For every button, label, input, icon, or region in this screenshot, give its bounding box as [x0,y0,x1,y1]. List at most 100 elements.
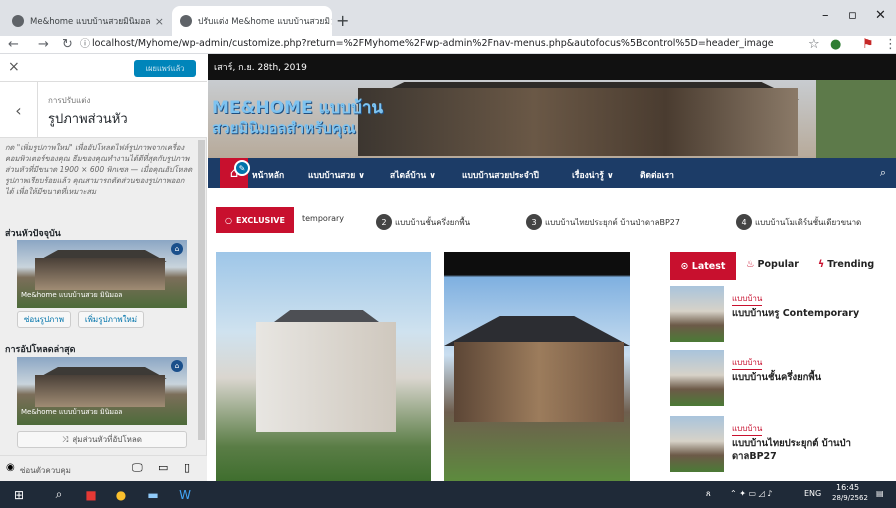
post-title[interactable]: แบบบ้านหรู Contemporary [732,307,882,320]
maximize-icon[interactable]: ▫ [848,8,857,23]
tab-title: Me&home แบบบ้านสวยมินิมอล [30,17,151,27]
nav-item-home[interactable]: หน้าหลัก [252,168,284,182]
notification-icon[interactable]: ▤ [876,489,884,498]
list-item[interactable]: แบบบ้าน แบบบ้านชั้นครึ่งยกพื้น [670,350,888,410]
post-category[interactable]: แบบบ้าน [732,422,763,436]
desktop-preview-icon[interactable]: 🖵 [132,461,143,475]
search-icon[interactable]: ⌕ [880,166,886,180]
windows-start-icon[interactable]: ⊞ [10,486,28,503]
thumbnail-caption: Me&home แบบบ้านสวย มินิมอล [21,291,123,299]
shuffle-icon: ⤨ [62,434,69,444]
minimize-icon[interactable]: – [822,8,829,23]
hide-controls-label[interactable]: ซ่อนตัวควบคุม [20,464,71,477]
language-indicator[interactable]: ENG [804,489,821,498]
nav-item-knowledge[interactable]: เรื่องน่ารู้ ∨ [572,168,614,182]
nav-item-annual-homes[interactable]: แบบบ้านสวยประจำปี [462,168,539,182]
ticker-item[interactable]: 4 แบบบ้านโมเดิร์นชั้นเดียวขนาด [736,214,861,230]
add-new-image-button[interactable]: เพิ่มรูปภาพใหม่ [78,311,144,328]
exclusive-badge: ○ EXCLUSIVE [216,207,294,233]
nav-item-beautiful-homes[interactable]: แบบบ้านสวย ∨ [308,168,365,182]
nav-item-home-styles[interactable]: สไตล์บ้าน ∨ [390,168,436,182]
wordpress-icon [180,15,192,27]
sidebar-scrollbar[interactable] [198,140,205,440]
ticker-text: แบบบ้านโมเดิร์นชั้นเดียวขนาด [755,217,862,227]
list-item[interactable]: แบบบ้าน แบบบ้านหรู Contemporary [670,286,888,346]
close-icon[interactable]: × [330,15,332,28]
tab-popular[interactable]: ♨ Popular [746,259,799,270]
back-icon[interactable]: ← [8,37,19,53]
site-date: เสาร์, ก.ย. 28th, 2019 [214,63,307,73]
ticker-item[interactable]: 3 แบบบ้านไทยประยุกต์ บ้านป่าดาลBP27 [526,214,680,230]
close-customizer-button[interactable]: × [8,59,20,75]
clock-date[interactable]: 28/9/2562 [832,494,868,502]
site-logo-icon: ⌂ [171,360,183,372]
tab-trending[interactable]: ϟ Trending [818,259,874,270]
search-icon[interactable]: ⌕ [50,486,68,503]
news-ticker: ○ EXCLUSIVE temporary 2 แบบบ้านชั้นครึ่งย… [208,188,896,248]
browser-tab-strip: Me&home แบบบ้านสวยมินิมอล × ปรับแต่ง Me&… [0,0,896,36]
recent-upload-thumbnail[interactable]: ⌂ Me&home แบบบ้านสวย มินิมอล [17,357,187,425]
browser-tab-1[interactable]: Me&home แบบบ้านสวยมินิมอล × [4,6,172,36]
tray-icons[interactable]: ⌃ ✦ ▭ ◿ ♪ [730,489,772,498]
publish-button[interactable]: เผยแพร่แล้ว [134,60,196,77]
tab-popular-label: Popular [757,259,799,270]
recent-uploads-label: การอัปโหลดล่าสุด [5,345,76,355]
post-thumbnail[interactable] [670,286,724,342]
people-icon[interactable]: ጸ [706,489,711,499]
post-title[interactable]: แบบบ้านชั้นครึ่งยกพื้น [732,371,882,384]
post-thumbnail[interactable] [670,416,724,472]
ticker-item[interactable]: 2 แบบบ้านชั้นครึ่งยกพื้น [376,214,470,230]
app-icon[interactable]: ■ [82,486,100,503]
hide-image-button[interactable]: ซ่อนรูปภาพ [17,311,71,328]
ticker-item[interactable]: temporary [302,214,344,223]
extension-icon[interactable]: ● [830,37,841,53]
exclusive-label: EXCLUSIVE [236,215,285,225]
post-title[interactable]: แบบบ้านไทยประยุกต์ บ้านป่าดาลBP27 [732,437,882,463]
tab-latest[interactable]: ⊙ Latest [670,252,736,280]
word-icon[interactable]: W [176,486,194,503]
info-icon[interactable]: ⓘ [80,37,90,53]
site-logo-line2[interactable]: สวยมินิมอลสำหรับคุณ [212,116,356,140]
back-button[interactable]: ‹ [0,82,38,138]
edit-shortcut-icon[interactable]: ✎ [234,160,250,176]
file-explorer-icon[interactable]: ▬ [144,486,162,503]
chrome-icon[interactable]: ● [112,486,130,503]
customizer-header: × เผยแพร่แล้ว [0,54,207,82]
tablet-preview-icon[interactable]: ▭ [158,461,168,474]
hide-controls-icon[interactable]: ◉ [6,462,15,473]
post-category[interactable]: แบบบ้าน [732,292,763,306]
post-thumbnail[interactable] [670,350,724,406]
url-field[interactable]: localhost/Myhome/wp-admin/customize.php?… [92,38,774,49]
new-tab-button[interactable]: + [336,11,349,30]
list-item[interactable]: แบบบ้าน แบบบ้านไทยประยุกต์ บ้านป่าดาลBP2… [670,416,888,476]
menu-icon[interactable]: ⋮ [884,37,896,53]
featured-post-image[interactable] [216,252,431,481]
section-description: กด "เพิ่มรูปภาพใหม่" เพื่ออัปโหลดไฟล์รูป… [5,143,193,196]
ticker-text: แบบบ้านชั้นครึ่งยกพื้น [395,217,471,227]
close-window-icon[interactable]: ✕ [875,8,886,23]
ticker-number: 3 [526,214,542,230]
clock-time[interactable]: 16:45 [836,483,859,492]
section-header: ‹ การปรับแต่ง รูปภาพส่วนหัว [0,82,207,138]
customizer-sidebar: × เผยแพร่แล้ว ‹ การปรับแต่ง รูปภาพส่วนหั… [0,54,207,481]
reload-icon[interactable]: ↻ [62,37,73,53]
randomize-label: สุ่มส่วนหัวที่อัปโหลด [72,435,142,444]
profile-icon[interactable]: ⚑ [862,37,874,53]
header-banner: ME&HOME แบบบ้าน สวยมินิมอลสำหรับคุณ [208,80,896,158]
trending-icon: ϟ [818,259,825,270]
featured-post-image[interactable] [444,252,630,481]
nav-item-contact[interactable]: ติดต่อเรา [640,168,674,182]
bookmark-star-icon[interactable]: ☆ [808,37,820,53]
tab-trending-label: Trending [827,259,875,270]
mobile-preview-icon[interactable]: ▯ [184,461,190,474]
randomize-headers-button[interactable]: ⤨ สุ่มส่วนหัวที่อัปโหลด [17,431,187,448]
site-logo-icon: ⌂ [171,243,183,255]
forward-icon[interactable]: → [38,37,49,53]
breadcrumb: การปรับแต่ง [48,96,91,105]
browser-tab-2[interactable]: ปรับแต่ง Me&home แบบบ้านสวยมิ × [172,6,332,36]
section-title: รูปภาพส่วนหัว [48,112,128,127]
ticker-text: temporary [302,214,345,223]
top-bar: เสาร์, ก.ย. 28th, 2019 [208,54,896,80]
post-category[interactable]: แบบบ้าน [732,356,763,370]
close-icon[interactable]: × [155,15,164,28]
